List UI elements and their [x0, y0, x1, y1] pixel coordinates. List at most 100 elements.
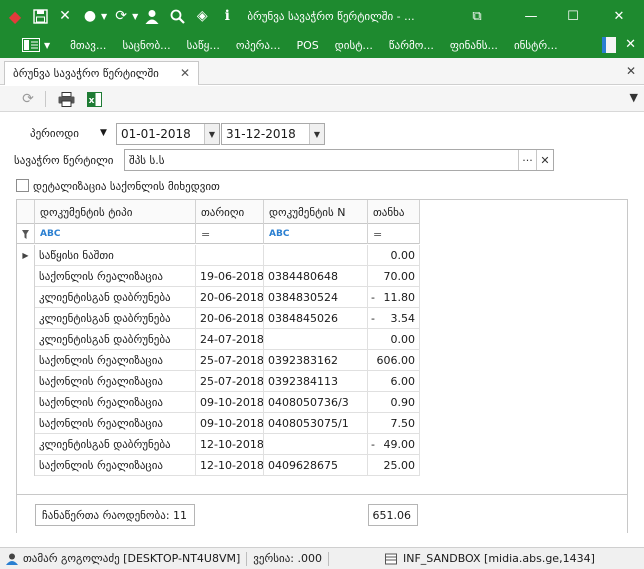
- cell-doc-number-text: 0392383162: [268, 353, 338, 367]
- print-icon[interactable]: [56, 89, 76, 109]
- cell-doc-type: საქონლის რეალიზაცია: [35, 266, 196, 287]
- chevron-down-icon[interactable]: ▼: [309, 124, 324, 144]
- palette-icon[interactable]: ●: [79, 5, 101, 27]
- chevron-down-icon[interactable]: ▼: [204, 124, 219, 144]
- filter-date[interactable]: =: [196, 224, 264, 244]
- cell-amount-text: 25.00: [383, 458, 416, 472]
- menu-item-production[interactable]: წარმო...: [381, 39, 442, 52]
- cell-date: 09-10-2018: [196, 413, 264, 434]
- cell-amount: 70.00: [368, 266, 420, 287]
- table-row[interactable]: საქონლის რეალიზაცია 25-07-2018 0392384113 6…: [17, 371, 420, 392]
- table-row[interactable]: კლიენტისგან დაბრუნება 20-06-2018 038483052…: [17, 287, 420, 308]
- row-indicator: [17, 308, 35, 329]
- date-to-field[interactable]: 31-12-2018 ▼: [221, 123, 325, 145]
- cell-doc-number-text: 0409628675: [268, 458, 338, 472]
- cell-amount-text: 0.00: [390, 332, 416, 346]
- table-row[interactable]: საქონლის რეალიზაცია 19-06-2018 0384480648 7…: [17, 266, 420, 287]
- column-header-doc-number[interactable]: დოკუმენტის N: [264, 200, 368, 224]
- office-icon[interactable]: [602, 37, 616, 53]
- chevron-down-icon[interactable]: ▼: [44, 41, 50, 50]
- close-icon[interactable]: ✕: [625, 37, 636, 52]
- cell-doc-number: [264, 329, 368, 350]
- cell-amount: 6.00: [368, 371, 420, 392]
- search-icon[interactable]: [166, 5, 188, 27]
- date-from-field[interactable]: 01-01-2018 ▼: [116, 123, 220, 145]
- cell-doc-number: [264, 434, 368, 455]
- date-from-value: 01-01-2018: [121, 127, 191, 141]
- menu-item-operations[interactable]: ოპერა...: [228, 39, 289, 52]
- menu-item-finance[interactable]: ფინანს...: [442, 39, 506, 52]
- filter-doc-type[interactable]: ABC: [35, 224, 196, 244]
- cell-date-text: 09-10-2018: [200, 416, 264, 430]
- tools-icon[interactable]: ✕: [54, 5, 76, 27]
- table-row[interactable]: საქონლის რეალიზაცია 25-07-2018 0392383162 6…: [17, 350, 420, 371]
- point-field[interactable]: შპს ს.ს ··· ✕: [124, 149, 554, 171]
- refresh-icon[interactable]: ⟳: [110, 5, 132, 27]
- cell-date: 25-07-2018: [196, 350, 264, 371]
- cell-amount: 25.00: [368, 455, 420, 476]
- cell-doc-type-text: საქონლის რეალიზაცია: [39, 374, 163, 388]
- detail-checkbox[interactable]: [16, 179, 29, 192]
- menu-item-main[interactable]: მთავ...: [62, 39, 114, 52]
- table-row[interactable]: საქონლის რეალიზაცია 09-10-2018 0408050736/…: [17, 392, 420, 413]
- toolbar-divider: [45, 91, 46, 107]
- user-icon[interactable]: [141, 5, 163, 27]
- save-icon[interactable]: [29, 5, 51, 27]
- filter-amount[interactable]: =: [368, 224, 420, 244]
- cell-amount-text: 0.00: [390, 248, 416, 262]
- tab-label: ბრუნვა სავაჭრო წერტილში: [13, 67, 159, 80]
- tab-turnover[interactable]: ბრუნვა სავაჭრო წერტილში ✕: [4, 61, 199, 85]
- minimize-button[interactable]: —: [514, 0, 548, 32]
- menu-item-pos[interactable]: POS: [289, 39, 327, 52]
- table-row[interactable]: კლიენტისგან დაბრუნება 12-10-2018 -49.00: [17, 434, 420, 455]
- chevron-down-icon[interactable]: ▼: [630, 91, 638, 104]
- clear-button[interactable]: ✕: [536, 150, 553, 170]
- cell-date-text: 20-06-2018: [200, 311, 264, 325]
- table-row[interactable]: კლიენტისგან დაბრუნება 20-06-2018 038484502…: [17, 308, 420, 329]
- table-row[interactable]: კლიენტისგან დაბრუნება 24-07-2018 0.00: [17, 329, 420, 350]
- total-amount: 651.06: [368, 504, 418, 526]
- cell-amount-text: 606.00: [376, 353, 416, 367]
- restore-icon[interactable]: ⧉: [460, 0, 494, 32]
- maximize-button[interactable]: ☐: [556, 0, 590, 32]
- menu-item-distribution[interactable]: დისტ...: [327, 39, 381, 52]
- menu-item-warehouse[interactable]: საწყ...: [179, 39, 228, 52]
- browse-button[interactable]: ···: [518, 150, 536, 170]
- close-button[interactable]: ✕: [602, 0, 636, 32]
- cell-doc-number: 0392383162: [264, 350, 368, 371]
- info-icon[interactable]: i: [216, 5, 238, 27]
- cell-amount: 7.50: [368, 413, 420, 434]
- row-indicator: [17, 371, 35, 392]
- table-row[interactable]: საქონლის რეალიზაცია 09-10-2018 0408053075/…: [17, 413, 420, 434]
- header-indicator: [17, 200, 35, 224]
- period-label: პერიოდი: [30, 127, 79, 140]
- menu-item-instruments[interactable]: ინსტრ...: [506, 39, 566, 52]
- chevron-down-icon[interactable]: ▼: [132, 12, 138, 21]
- period-dropdown-icon[interactable]: ▼: [100, 128, 107, 138]
- cell-amount-text: 0.90: [390, 395, 416, 409]
- column-header-doc-type[interactable]: დოკუმენტის ტიპი: [35, 200, 196, 224]
- table-row[interactable]: საქონლის რეალიზაცია 12-10-2018 0409628675 2…: [17, 455, 420, 476]
- close-icon[interactable]: ✕: [626, 64, 636, 78]
- chevron-down-icon[interactable]: ▼: [101, 12, 107, 21]
- refresh-icon[interactable]: ⟳: [18, 89, 38, 109]
- cell-doc-number: 0408053075/1: [264, 413, 368, 434]
- excel-icon[interactable]: x: [84, 89, 104, 109]
- grid-menu-icon[interactable]: [20, 37, 42, 53]
- cell-doc-number-text: 0408053075/1: [268, 416, 349, 430]
- column-header-date[interactable]: თარიღი: [196, 200, 264, 224]
- cell-doc-number-text: 0408050736/3: [268, 395, 349, 409]
- filter-doc-number[interactable]: ABC: [264, 224, 368, 244]
- cell-amount: 0.00: [368, 329, 420, 350]
- cell-amount: - 3.54: [368, 308, 420, 329]
- cell-date: 20-06-2018: [196, 308, 264, 329]
- svg-text:x: x: [88, 96, 94, 106]
- menu-item-references[interactable]: საცნობ...: [114, 39, 178, 52]
- tab-close-icon[interactable]: ✕: [180, 66, 190, 80]
- column-header-amount[interactable]: თანხა: [368, 200, 420, 224]
- logo-icon[interactable]: ◆: [4, 5, 26, 27]
- diamond-icon[interactable]: ◈: [191, 5, 213, 27]
- cell-doc-type-text: კლიენტისგან დაბრუნება: [39, 332, 171, 346]
- table-row[interactable]: ▶ საწყისი ნაშთი 0.00: [17, 245, 420, 266]
- cell-doc-number: [264, 245, 368, 266]
